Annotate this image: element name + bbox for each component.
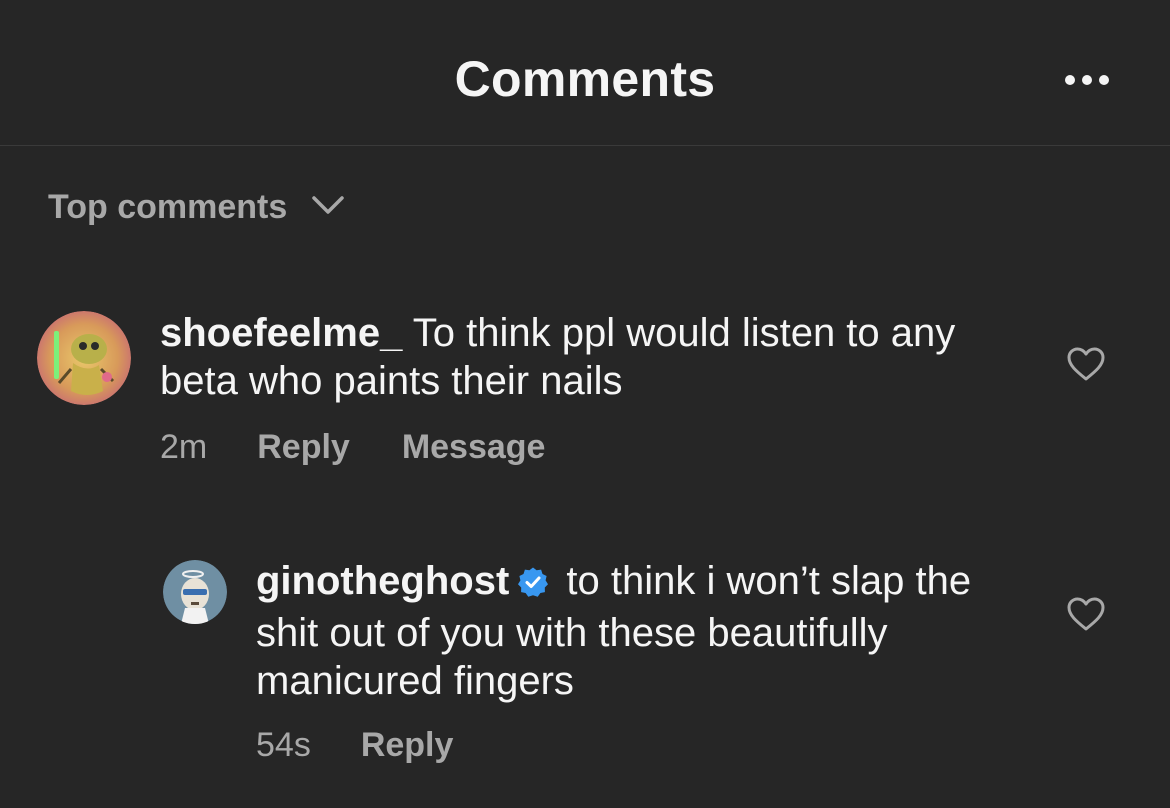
comment-body: shoefeelme_ To think ppl would listen to… <box>160 309 1020 405</box>
comment-timestamp: 2m <box>160 428 208 466</box>
reply-button[interactable]: Reply <box>257 428 350 467</box>
more-options-button[interactable] <box>1060 60 1114 100</box>
header: Comments <box>0 0 1170 146</box>
page-title: Comments <box>454 51 716 107</box>
comment-timestamp: 54s <box>256 726 311 764</box>
heart-outline-icon <box>1067 347 1105 381</box>
comment-meta: 2m Reply Message <box>160 428 597 467</box>
avatar[interactable] <box>37 311 131 405</box>
comment-username[interactable]: shoefeelme_ <box>160 311 402 355</box>
avatar[interactable] <box>163 560 227 624</box>
sort-label: Top comments <box>48 187 288 226</box>
verified-badge-icon <box>517 561 549 609</box>
more-horizontal-icon <box>1065 75 1109 85</box>
comment-username[interactable]: ginotheghost <box>256 559 509 603</box>
reply-button[interactable]: Reply <box>361 726 454 765</box>
comments-screen: Comments Top comments shoefeelme_ To thi… <box>0 0 1170 808</box>
message-button[interactable]: Message <box>402 428 546 467</box>
sort-dropdown[interactable]: Top comments <box>48 182 345 232</box>
comment-meta: 54s Reply <box>256 726 505 765</box>
like-button[interactable] <box>1066 596 1106 632</box>
heart-outline-icon <box>1067 597 1105 631</box>
chevron-down-icon <box>311 194 345 221</box>
comment-body: ginotheghost to think i won’t slap the s… <box>256 557 1036 705</box>
like-button[interactable] <box>1066 346 1106 382</box>
